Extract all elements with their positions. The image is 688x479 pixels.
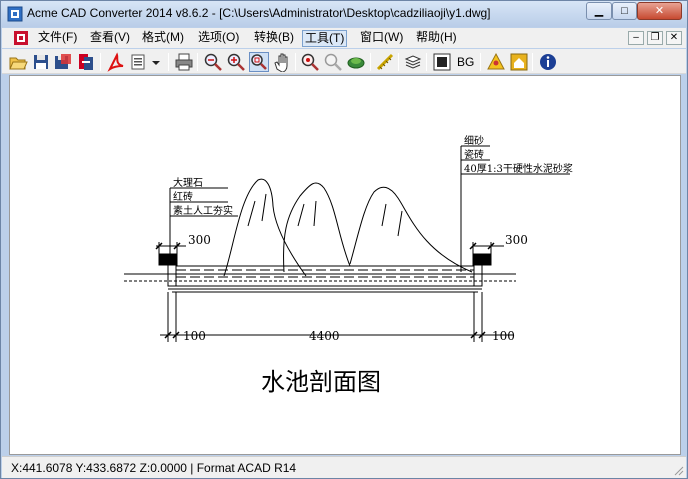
document-icon[interactable] (13, 30, 29, 46)
menu-view[interactable]: 查看(V) (88, 30, 132, 47)
mdi-restore-button[interactable]: ❐ (647, 31, 663, 45)
pan-icon[interactable] (272, 52, 292, 73)
label-fine-sand: 细砂 (464, 134, 484, 147)
save-icon[interactable] (31, 52, 51, 72)
status-coordinates: X:441.6078 Y:433.6872 Z:0.0000 | Format … (11, 461, 297, 475)
dim-right-top-text: 300 (505, 233, 528, 247)
status-bar: X:441.6078 Y:433.6872 Z:0.0000 | Format … (2, 456, 686, 478)
title-bar[interactable]: Acme CAD Converter 2014 v8.6.2 - [C:\Use… (1, 1, 687, 27)
toolbar-separator (100, 53, 101, 71)
measure-icon[interactable] (375, 52, 395, 72)
toolbar-separator (398, 53, 399, 71)
dim-bottom-left-text: 100 (183, 329, 206, 343)
menu-convert[interactable]: 转换(B) (252, 30, 296, 47)
toolbar-separator (370, 53, 371, 71)
menu-window[interactable]: 窗口(W) (358, 30, 405, 47)
menu-options[interactable]: 选项(O) (196, 30, 241, 47)
left-wall (167, 263, 177, 287)
left-coping (158, 253, 178, 266)
menu-format[interactable]: 格式(M) (140, 30, 186, 47)
label-mortar: 40厚1:3干硬性水泥砂浆 (464, 162, 573, 175)
label-red-brick: 红砖 (173, 190, 193, 203)
open-icon[interactable] (8, 52, 28, 72)
zoom-window-icon[interactable] (249, 52, 269, 72)
right-wall (473, 263, 483, 287)
bg-toggle[interactable]: BG (457, 55, 474, 69)
menu-tools[interactable]: 工具(T) (302, 30, 348, 47)
drawing-title: 水池剖面图 (261, 368, 381, 396)
help-user-icon[interactable] (486, 52, 506, 72)
pdf-icon[interactable] (106, 52, 126, 72)
label-tile: 瓷砖 (464, 148, 484, 161)
save-as-icon[interactable] (53, 52, 73, 72)
dropdown-icon[interactable] (150, 52, 162, 72)
window-title: Acme CAD Converter 2014 v8.6.2 - [C:\Use… (27, 6, 491, 20)
close-button[interactable]: ✕ (637, 2, 682, 20)
zoom-in-icon[interactable] (226, 52, 246, 72)
rock-middle (283, 182, 351, 273)
toolbar-separator (532, 53, 533, 71)
info-icon[interactable] (538, 52, 558, 72)
app-window: Acme CAD Converter 2014 v8.6.2 - [C:\Use… (0, 0, 688, 479)
zoom-extents-icon[interactable] (300, 52, 320, 72)
page-setup-icon[interactable] (129, 52, 149, 72)
cad-drawing: 大理石 红砖 素土人工夯实 细砂 瓷砖 40厚1:3干硬性水泥砂浆 300 30… (124, 134, 573, 396)
rock-left (223, 178, 307, 277)
right-coping (472, 253, 492, 266)
toolbar-separator (197, 53, 198, 71)
home-icon[interactable] (509, 52, 529, 72)
app-icon[interactable] (7, 6, 23, 22)
dim-bottom-mid-text: 4400 (309, 329, 340, 343)
label-marble: 大理石 (173, 176, 203, 189)
toolbar-separator (426, 53, 427, 71)
print-icon[interactable] (174, 52, 194, 72)
menu-help[interactable]: 帮助(H) (414, 30, 459, 47)
menu-bar: 文件(F) 查看(V) 格式(M) 选项(O) 转换(B) 工具(T) 窗口(W… (2, 28, 686, 48)
zoom-out-icon[interactable] (203, 52, 223, 72)
dim-bottom-right-text: 100 (492, 329, 515, 343)
toolbar-separator (168, 53, 169, 71)
zoom-previous-icon[interactable] (323, 52, 343, 72)
mdi-minimize-button[interactable]: – (628, 31, 644, 45)
mdi-close-button[interactable]: ✕ (666, 31, 682, 45)
layer-list-icon[interactable] (403, 52, 423, 72)
rock-right (349, 186, 473, 273)
dim-left-top-text: 300 (188, 233, 211, 247)
toolbar: BG (2, 49, 686, 74)
toolbar-separator (480, 53, 481, 71)
menu-file[interactable]: 文件(F) (36, 30, 79, 47)
drawing-canvas[interactable]: 大理石 红砖 素土人工夯实 细砂 瓷砖 40厚1:3干硬性水泥砂浆 300 30… (9, 75, 681, 455)
black-background-icon[interactable] (432, 52, 452, 72)
resize-grip-icon[interactable] (672, 464, 684, 476)
minimize-button[interactable]: ▁ (586, 2, 612, 20)
layers-icon[interactable] (346, 52, 366, 72)
maximize-button[interactable]: □ (612, 2, 637, 20)
toolbar-separator (295, 53, 296, 71)
label-compacted-soil: 素土人工夯实 (173, 204, 233, 217)
convert-icon[interactable] (76, 52, 96, 72)
